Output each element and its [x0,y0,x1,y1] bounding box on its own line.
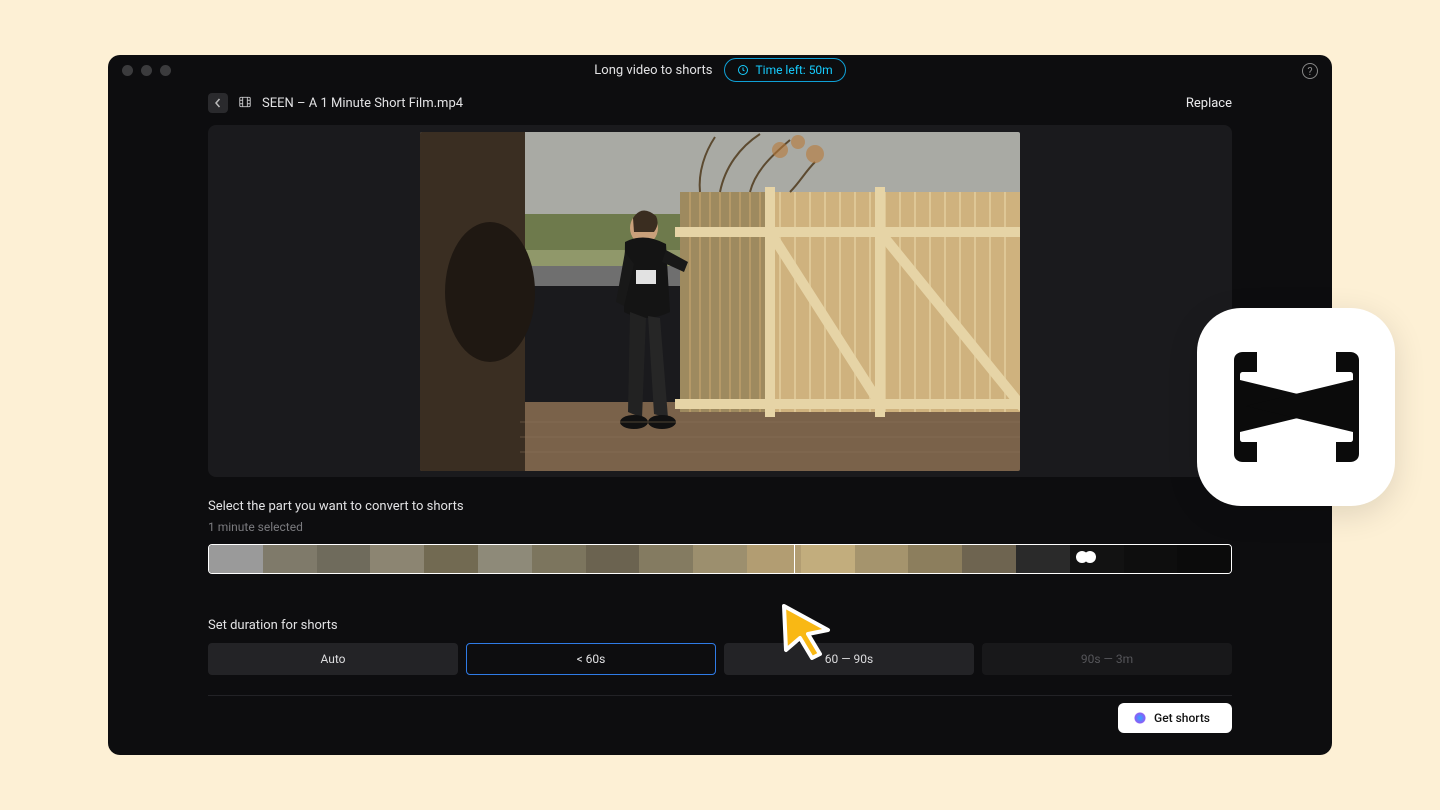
close-dot[interactable] [122,65,133,76]
titlebar: Long video to shorts Time left: 50m ? [108,55,1332,85]
capcut-logo-icon [1229,352,1364,462]
titlebar-title: Long video to shorts [594,63,712,78]
timeline-thumb[interactable] [424,545,478,573]
chevron-left-icon [214,98,222,108]
window-controls[interactable] [122,65,171,76]
timeline-thumb[interactable] [693,545,747,573]
timeline-thumb[interactable] [1124,545,1178,573]
timeline-thumb[interactable] [639,545,693,573]
duration-option-under60[interactable]: < 60s [466,643,716,675]
film-icon [238,94,252,113]
timeline-thumb[interactable] [801,545,855,573]
selected-duration-text: 1 minute selected [208,520,1232,534]
video-preview[interactable] [208,125,1232,477]
back-button[interactable] [208,93,228,113]
time-left-text: Time left: 50m [755,63,832,77]
timeline-thumb[interactable] [1177,545,1231,573]
timeline-thumb[interactable] [586,545,640,573]
get-shorts-button[interactable]: Get shorts [1118,703,1232,733]
select-part-label: Select the part you want to convert to s… [208,499,1232,514]
duration-option-90-3m: 90s — 3m [982,643,1232,675]
file-header: SEEN – A 1 Minute Short Film.mp4 Replace [208,93,1232,113]
filename-label: SEEN – A 1 Minute Short Film.mp4 [262,96,463,111]
duration-options: Auto < 60s 60 — 90s 90s — 3m [208,643,1232,675]
timeline-thumb[interactable] [263,545,317,573]
time-left-pill: Time left: 50m [724,58,845,82]
timeline-thumb[interactable] [317,545,371,573]
timeline-thumb[interactable] [209,545,263,573]
timeline-thumb[interactable] [1016,545,1070,573]
app-logo-badge [1197,308,1395,506]
timeline-strip[interactable] [208,544,1232,574]
timeline-thumb[interactable] [962,545,1016,573]
timeline-thumb[interactable] [908,545,962,573]
main-content: SEEN – A 1 Minute Short Film.mp4 Replace [108,85,1332,755]
app-window: Long video to shorts Time left: 50m ? [108,55,1332,755]
replace-button[interactable]: Replace [1186,96,1232,111]
help-icon[interactable]: ? [1302,63,1318,79]
sparkle-icon [1134,712,1146,724]
duration-option-auto[interactable]: Auto [208,643,458,675]
preview-frame [420,132,1020,471]
zoom-dot[interactable] [160,65,171,76]
duration-label: Set duration for shorts [208,618,1232,633]
duration-option-60-90[interactable]: 60 — 90s [724,643,974,675]
timeline-thumb[interactable] [855,545,909,573]
timeline-thumb[interactable] [478,545,532,573]
clock-icon [737,64,749,76]
get-shorts-label: Get shorts [1154,711,1210,725]
timeline-playhead[interactable] [794,544,796,574]
timeline-thumb[interactable] [1070,545,1124,573]
divider [208,695,1232,696]
timeline-thumb[interactable] [370,545,424,573]
minimize-dot[interactable] [141,65,152,76]
timeline-thumb[interactable] [532,545,586,573]
